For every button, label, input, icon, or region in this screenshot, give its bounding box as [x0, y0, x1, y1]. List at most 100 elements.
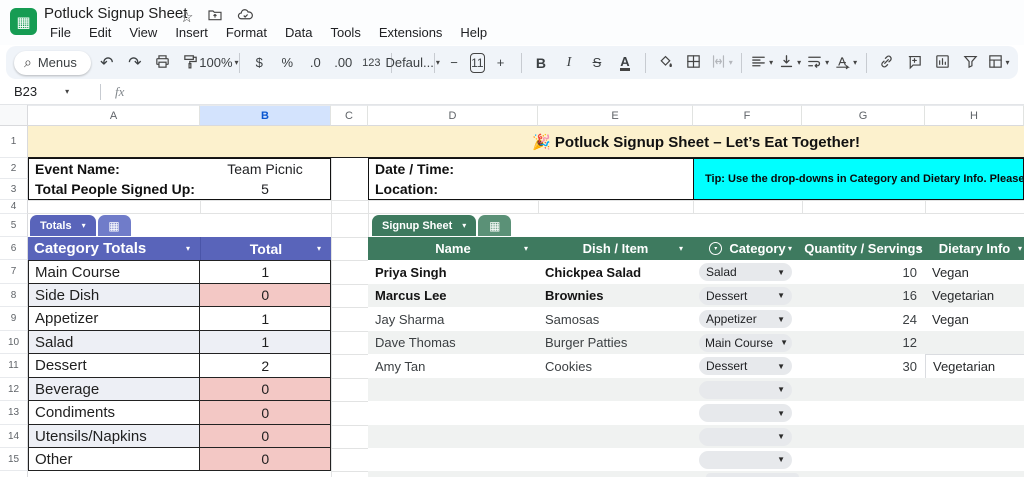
row-header-12[interactable]: 12	[0, 378, 28, 401]
insert-chart-button[interactable]	[930, 51, 954, 75]
column-header-c[interactable]: C	[331, 105, 368, 126]
cell-category[interactable]: Side Dish	[29, 284, 201, 306]
column-header-d[interactable]: D	[368, 105, 538, 126]
signup-header-diet[interactable]: Dietary Info ▾	[925, 237, 1024, 260]
font-size-input[interactable]: 11	[470, 52, 485, 73]
row-header-15[interactable]: 15	[0, 448, 28, 471]
create-filter-button[interactable]	[958, 51, 982, 75]
signup-row[interactable]: Priya Singh Chickpea Salad Salad ▼ 10 Veg…	[368, 260, 1024, 284]
signup-header-name[interactable]: Name ▾	[368, 237, 538, 260]
signup-header-qty[interactable]: Quantity / Servings ▾	[802, 237, 925, 260]
cell-date-time-label[interactable]: Date / Time:	[368, 158, 539, 179]
fill-color-button[interactable]	[653, 51, 677, 75]
menu-format[interactable]: Format	[218, 24, 275, 41]
format-percent-button[interactable]: %	[275, 51, 299, 75]
cell-signed-up-value[interactable]: 5	[200, 178, 331, 200]
cell-location-label[interactable]: Location:	[368, 178, 539, 200]
cell-quantity[interactable]: 10	[802, 265, 925, 280]
cell-name[interactable]: Priya Singh	[368, 265, 538, 280]
cell-dietary[interactable]: Vegan	[925, 312, 1024, 327]
totals-row[interactable]: Utensils/Napkins 0	[28, 425, 331, 448]
vertical-align-button[interactable]: ▾	[778, 51, 802, 75]
banner-cell[interactable]: 🎉 Potluck Signup Sheet – Let’s Eat Toget…	[28, 126, 1024, 158]
undo-button[interactable]: ↶	[95, 51, 119, 75]
zoom-dropdown[interactable]: 100% ▾	[199, 51, 238, 75]
cell-event-name-value[interactable]: Team Picnic	[200, 158, 331, 179]
signup-header-dish[interactable]: Dish / Item ▾	[538, 237, 693, 260]
totals-table-icon[interactable]: ▦	[97, 215, 131, 236]
cell-quantity[interactable]: 30	[802, 359, 925, 374]
cell-dish[interactable]: Burger Patties	[538, 335, 693, 350]
cell-total[interactable]: 2	[200, 354, 330, 377]
increase-decimal-button[interactable]: .00	[331, 51, 355, 75]
row-header-4[interactable]: 4	[0, 200, 28, 214]
text-rotation-button[interactable]: ▾	[834, 51, 858, 75]
menus-search-button[interactable]: ⌕ Menus	[14, 50, 91, 75]
category-dropdown-chip[interactable]: ▼	[699, 450, 792, 469]
format-currency-button[interactable]: $	[247, 51, 271, 75]
cell-total[interactable]: 0	[200, 425, 330, 447]
category-dropdown-chip[interactable]: Dessert ▼	[699, 286, 792, 305]
totals-row[interactable]: Salad 1	[28, 331, 331, 354]
cell-dish[interactable]: Chickpea Salad	[538, 265, 693, 280]
cell-quantity[interactable]: 12	[802, 335, 925, 350]
cell-name[interactable]: Jay Sharma	[368, 312, 538, 327]
cell-quantity[interactable]: 16	[802, 288, 925, 303]
bold-button[interactable]: B	[529, 51, 553, 75]
cell-category[interactable]: Condiments	[29, 401, 201, 424]
row-header-8[interactable]: 8	[0, 284, 28, 307]
redo-button[interactable]: ↷	[123, 51, 147, 75]
totals-row[interactable]: Condiments 0	[28, 401, 331, 425]
totals-row[interactable]: Other 0	[28, 448, 331, 471]
signup-tab-button[interactable]: Signup Sheet ▾	[372, 215, 477, 236]
merge-cells-button[interactable]: ▾	[709, 51, 733, 75]
signup-row[interactable]: Amy Tan Cookies Dessert ▼ 30 Vegetarian	[368, 354, 1024, 378]
totals-row[interactable]: Main Course 1	[28, 260, 331, 284]
totals-row[interactable]: Beverage 0	[28, 378, 331, 401]
cell-category[interactable]: Beverage	[29, 378, 201, 400]
signup-row-empty[interactable]: ▼	[368, 401, 1024, 425]
strikethrough-button[interactable]: S	[585, 51, 609, 75]
totals-row[interactable]: Dessert 2	[28, 354, 331, 378]
decrease-decimal-button[interactable]: .0	[303, 51, 327, 75]
signup-row[interactable]: Marcus Lee Brownies Dessert ▼ 16 Vegetari…	[368, 284, 1024, 307]
row-header-10[interactable]: 10	[0, 331, 28, 354]
row-header-14[interactable]: 14	[0, 425, 28, 448]
cell-date-time-value[interactable]	[538, 158, 694, 179]
cell-category[interactable]: Utensils/Napkins	[29, 425, 201, 447]
column-header-a[interactable]: A	[28, 105, 200, 126]
cell-dietary[interactable]: Vegan	[925, 265, 1024, 280]
cell-dish[interactable]: Cookies	[538, 359, 693, 374]
italic-button[interactable]: I	[557, 51, 581, 75]
cell-total[interactable]: 1	[200, 331, 330, 353]
category-dropdown-chip[interactable]: Appetizer ▼	[699, 310, 792, 328]
cell-dietary[interactable]: Vegetarian	[925, 354, 1024, 378]
horizontal-align-button[interactable]: ▾	[750, 51, 774, 75]
row-header-16-partial[interactable]	[0, 471, 28, 477]
menu-help[interactable]: Help	[452, 24, 495, 41]
column-header-g[interactable]: G	[802, 105, 925, 126]
row-header-1[interactable]: 1	[0, 126, 28, 158]
insert-link-button[interactable]	[874, 51, 898, 75]
signup-header-category[interactable]: ▾ Category ▾	[693, 237, 802, 260]
font-dropdown[interactable]: Defaul... ▾	[385, 51, 439, 75]
row-header-7[interactable]: 7	[0, 260, 28, 284]
print-button[interactable]	[151, 51, 175, 75]
totals-header-category[interactable]: Category Totals ▾	[28, 237, 200, 260]
cell-category[interactable]: Main Course	[29, 261, 201, 283]
cell-total[interactable]: 1	[200, 261, 330, 283]
more-formats-button[interactable]: 123	[359, 51, 383, 75]
signup-row-empty[interactable]: ▼	[368, 425, 1024, 448]
menu-edit[interactable]: Edit	[81, 24, 119, 41]
tip-note-cell[interactable]: Tip: Use the drop-downs in Category and …	[693, 158, 1024, 200]
column-header-b[interactable]: B	[200, 105, 331, 126]
totals-row[interactable]: Appetizer 1	[28, 307, 331, 331]
cell-name[interactable]: Marcus Lee	[368, 288, 538, 303]
category-dropdown-chip[interactable]: ▼	[699, 427, 792, 446]
totals-header-total[interactable]: Total ▾	[200, 237, 331, 260]
borders-button[interactable]	[681, 51, 705, 75]
cell-category[interactable]: Other	[29, 448, 201, 470]
row-header-3[interactable]: 3	[0, 179, 28, 200]
cell-name[interactable]: Dave Thomas	[368, 335, 538, 350]
signup-row[interactable]: Dave Thomas Burger Patties Main Course ▼ …	[368, 331, 1024, 354]
